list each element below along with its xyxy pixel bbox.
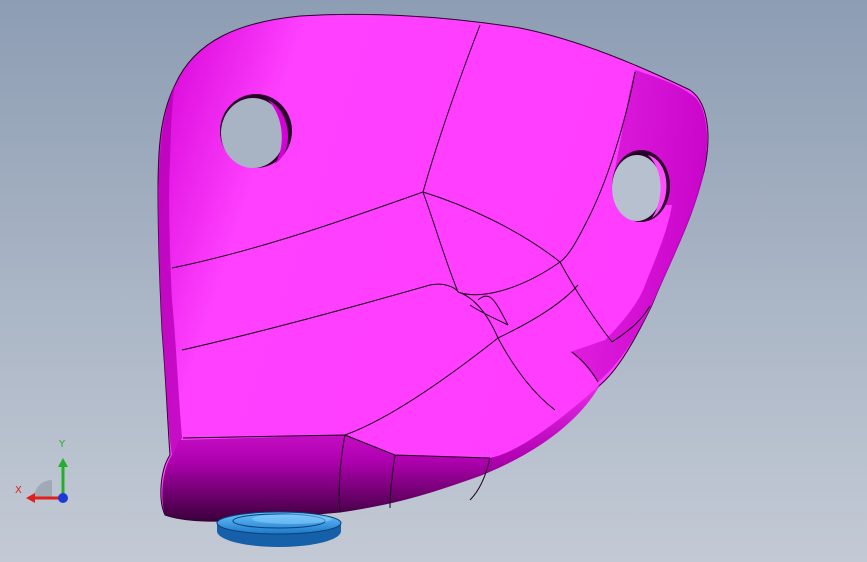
- x-axis-label: X: [15, 485, 22, 496]
- model-view[interactable]: [0, 0, 867, 562]
- graphics-viewport[interactable]: X Y: [0, 0, 867, 562]
- coordinate-triad: X Y: [12, 438, 76, 510]
- mounting-hole-right[interactable]: [612, 150, 670, 222]
- z-axis-dot: [58, 493, 68, 503]
- cylindrical-boss[interactable]: [216, 511, 342, 547]
- y-axis-label: Y: [59, 439, 66, 450]
- mounting-hole-left[interactable]: [220, 94, 292, 168]
- triad-graphic: [26, 458, 68, 503]
